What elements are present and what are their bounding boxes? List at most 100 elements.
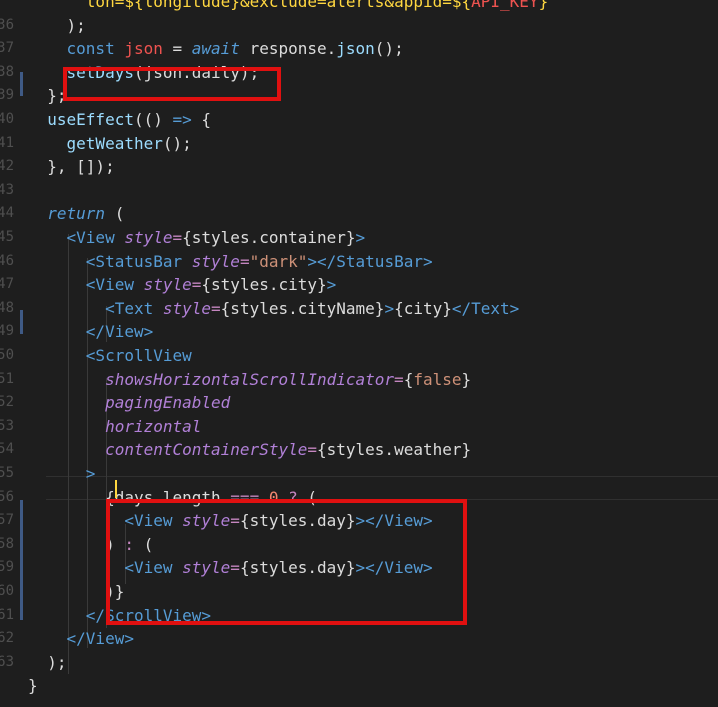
code-token: contentContainerStyle [105, 440, 308, 460]
code-editor[interactable]: lon=${longitude}&exclude=alerts&appid=${… [0, 0, 718, 707]
code-line: 55 > [0, 462, 718, 486]
line-number: 50 [0, 344, 14, 368]
line-number: 59 [0, 556, 14, 580]
code-token: return [47, 204, 115, 224]
line-number: 47 [0, 273, 14, 297]
code-line: 53 horizontal [0, 415, 718, 439]
code-token: showsHorizontalScrollIndicator [105, 369, 395, 389]
line-number: 53 [0, 415, 14, 439]
code-token: </View> [85, 322, 154, 342]
line-number-text: 57 [0, 512, 14, 529]
line-number-text: 47 [0, 276, 14, 293]
code-token: => [172, 110, 202, 129]
code-line: 63 ); [0, 651, 718, 675]
line-number [0, 674, 14, 698]
line-number-text: 46 [0, 252, 14, 269]
code-token: <ScrollView [85, 346, 192, 365]
code-token: {styles.city} [201, 275, 327, 295]
code-token: } [538, 0, 549, 11]
code-text: }; [28, 84, 67, 108]
code-token: </View> [66, 629, 134, 649]
line-number-text: 51 [0, 370, 14, 387]
code-token: ); [28, 15, 86, 35]
code-token: style [124, 228, 173, 247]
code-text: }, []); [28, 155, 114, 179]
code-token: longitude [143, 0, 231, 11]
line-number-text: 59 [0, 559, 14, 576]
code-line: 45 <View style={styles.container}> [0, 226, 718, 250]
code-text: </View> [28, 320, 153, 344]
code-text: useEffect(() => { [28, 108, 211, 132]
code-token: = [172, 228, 183, 247]
code-text: getWeather(); [28, 132, 192, 156]
line-number: 40 [0, 108, 14, 132]
line-number: 41 [0, 132, 14, 156]
code-token: response [249, 39, 327, 59]
code-line: 51 showsHorizontalScrollIndicator={false… [0, 368, 718, 392]
code-line: 48 <Text style={styles.cityName}>{city}<… [0, 297, 718, 321]
code-line: 40 useEffect(() => { [0, 108, 718, 132]
line-number-text: 50 [0, 347, 14, 363]
code-line: 37 const json = await response.json(); [0, 37, 718, 61]
code-token: json [124, 39, 173, 59]
line-number-text: 44 [0, 205, 14, 222]
line-number-text: 41 [0, 134, 14, 151]
code-line: 50 <ScrollView [0, 344, 718, 368]
line-number: 38 [0, 61, 14, 85]
line-number-text: 56 [0, 488, 14, 505]
line-number: 44 [0, 202, 14, 226]
line-number-text: 62 [0, 630, 14, 647]
line-number-text: 43 [0, 181, 14, 198]
code-text: ); [28, 651, 66, 675]
code-line: 36 ); [0, 14, 718, 38]
code-token: > [85, 464, 96, 483]
line-number-text: 52 [0, 394, 14, 411]
code-text: <StatusBar style="dark"></StatusBar> [28, 250, 433, 274]
line-number-text: 63 [0, 653, 14, 670]
code-token: ${ [451, 0, 472, 11]
code-token: }; [28, 86, 67, 106]
line-number-text: 61 [0, 606, 14, 623]
code-line: } [0, 674, 718, 698]
line-number-text: 58 [0, 535, 14, 552]
code-token: { [201, 110, 212, 129]
code-token: } [461, 369, 472, 389]
text-cursor [115, 480, 117, 498]
line-number-text: 38 [0, 63, 14, 80]
code-line: 52 pagingEnabled [0, 391, 718, 415]
code-token: = [191, 275, 202, 295]
code-line: lon=${longitude}&exclude=alerts&appid=${… [0, 0, 718, 14]
code-text: horizontal [28, 415, 201, 439]
code-text: <Text style={styles.cityName}>{city}</Te… [28, 297, 519, 321]
line-number: 54 [0, 438, 14, 462]
code-token: false [413, 369, 462, 389]
code-token: useEffect [47, 110, 134, 129]
code-token: {styles.cityName} [220, 298, 385, 318]
line-number: 42 [0, 155, 14, 179]
line-number-text: 45 [0, 229, 14, 245]
code-token: { [403, 369, 414, 389]
line-number: 62 [0, 627, 14, 651]
line-number: 60 [0, 580, 14, 604]
line-number: 52 [0, 391, 14, 415]
line-number: 46 [0, 250, 14, 274]
line-number-text: 53 [0, 417, 14, 434]
code-token: {city} [394, 298, 452, 318]
code-token: = [307, 440, 317, 460]
code-token: . [326, 39, 337, 59]
line-number: 37 [0, 37, 14, 61]
code-token: style [191, 251, 240, 271]
line-number: 51 [0, 368, 14, 392]
code-token: json [336, 39, 375, 59]
code-text: </View> [28, 627, 134, 651]
